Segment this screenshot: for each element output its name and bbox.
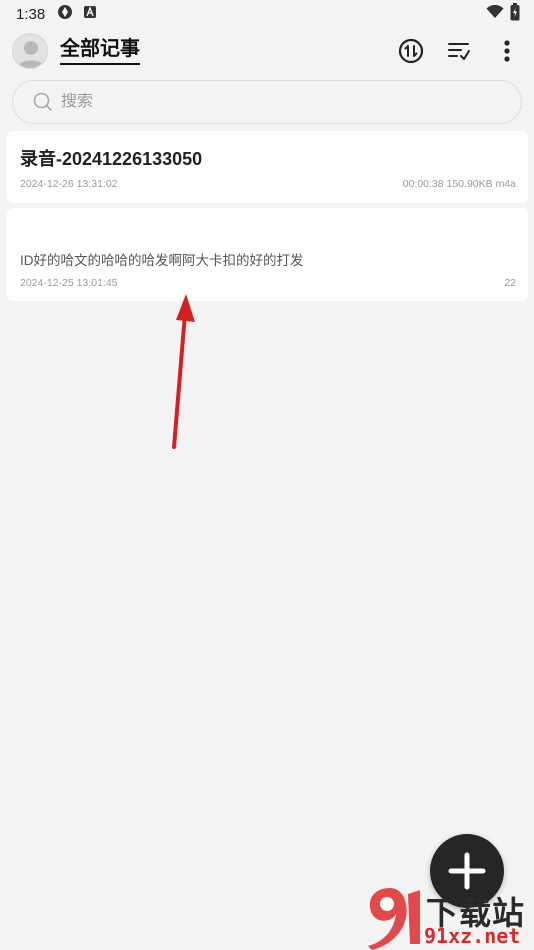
list-filter-button[interactable] — [446, 38, 472, 64]
note-meta: 22 — [504, 277, 516, 289]
watermark-logo-icon — [368, 888, 420, 950]
note-title: 录音-20241226133050 — [20, 149, 203, 169]
search-icon — [33, 92, 52, 111]
more-button[interactable] — [494, 38, 520, 64]
keyboard-a-icon — [83, 5, 97, 24]
watermark: 下载站 91xz.net — [362, 884, 534, 950]
annotation-arrow — [172, 294, 195, 449]
avatar[interactable] — [12, 33, 48, 69]
sort-button[interactable] — [398, 38, 424, 64]
page-title[interactable]: 全部记事 — [60, 37, 140, 65]
note-meta: 00:00:38 150.90KB m4a — [402, 178, 516, 190]
wifi-icon — [486, 4, 504, 24]
search-input[interactable] — [61, 93, 461, 111]
note-date: 2024-12-25 13:01:45 — [20, 277, 118, 289]
search-bar[interactable] — [12, 80, 522, 124]
watermark-url: 91xz.net — [424, 924, 521, 948]
battery-icon — [510, 2, 520, 26]
sync-icon — [57, 4, 73, 25]
note-card[interactable]: 录音-20241226133050 2024-12-26 13:31:02 00… — [7, 131, 528, 203]
status-bar: 1:38 — [0, 0, 534, 28]
more-vert-icon — [504, 40, 510, 62]
user-icon — [17, 41, 45, 68]
note-body: ID好的哈文的哈哈的哈发啊阿大卡扣的好的打发 — [20, 253, 304, 268]
status-time: 1:38 — [16, 5, 46, 23]
header-actions — [398, 38, 522, 64]
status-right — [486, 2, 520, 26]
app-header: 全部记事 — [0, 30, 534, 72]
note-date: 2024-12-26 13:31:02 — [20, 178, 118, 190]
note-card[interactable]: ID好的哈文的哈哈的哈发啊阿大卡扣的好的打发 2024-12-25 13:01:… — [7, 208, 528, 301]
list-filter-icon — [448, 43, 470, 60]
sort-icon — [398, 38, 424, 64]
